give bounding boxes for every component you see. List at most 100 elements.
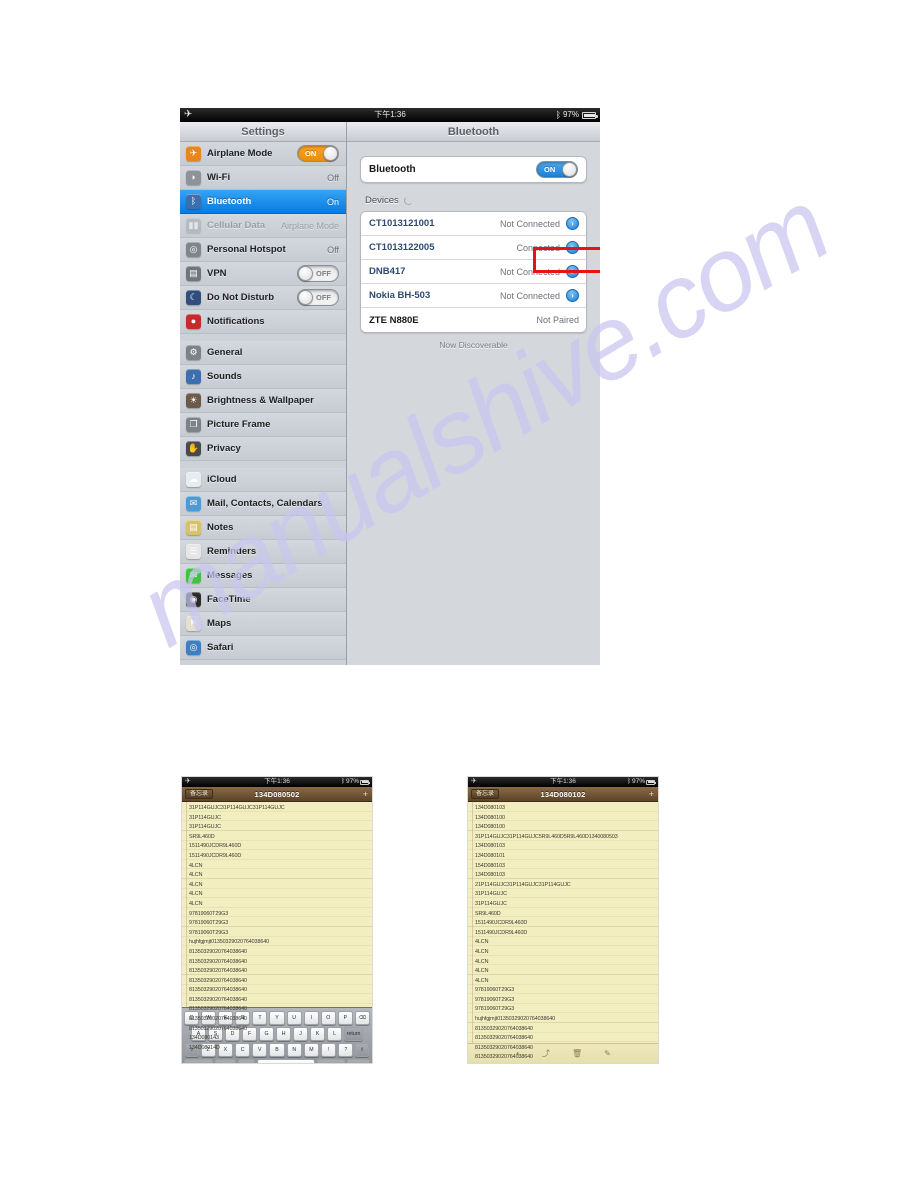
note-text-line: 1511490JCDR9L460D	[475, 920, 528, 927]
share-icon[interactable]: ⤴	[542, 1049, 550, 1058]
messages-icon: ✉	[186, 568, 201, 583]
key-sym[interactable]: ⌨	[346, 1059, 370, 1063]
sidebar-item-notifications[interactable]: ● Notifications	[180, 310, 346, 334]
sidebar-item-label: Airplane Mode	[207, 148, 273, 159]
key-space[interactable]	[256, 1059, 316, 1063]
toggle-knob	[323, 146, 338, 161]
add-note-button[interactable]: +	[649, 789, 654, 799]
bluetooth-device-row[interactable]: CT1013121001 Not Connected ›	[361, 212, 586, 236]
page-title: Settings	[180, 122, 346, 142]
note-text-line: 21P114GUJC31P114GUJC31P114GUJC	[475, 881, 571, 888]
bluetooth-toggle-state: ON	[544, 165, 556, 174]
note-text-line: 134D080100	[475, 824, 505, 831]
sidebar-item-label: Personal Hotspot	[207, 244, 286, 255]
sidebar-item-privacy[interactable]: ✋ Privacy	[180, 437, 346, 461]
back-arrow-icon[interactable]: ◖	[515, 1049, 520, 1058]
toggle-state-label: ON	[305, 149, 317, 158]
note-text-line: 1511490JCDR9L460D	[189, 852, 242, 859]
sidebar-item-general[interactable]: ⚙ General	[180, 341, 346, 365]
device-detail-chevron-icon[interactable]: ›	[566, 241, 579, 254]
detail-title: Bluetooth	[347, 122, 600, 142]
bluetooth-master-toggle[interactable]: ON	[536, 161, 578, 178]
note-text-line: 97819060T29G3	[475, 996, 515, 1003]
note-text-line: 97819060T29G3	[189, 920, 229, 927]
device-name: Nokia BH-503	[369, 290, 431, 301]
sidebar-item-vpn[interactable]: ▤ VPN OFF	[180, 262, 346, 286]
note-text-line: 81350329020764038640	[475, 1025, 533, 1032]
note-text-line: 4LCN	[475, 958, 489, 965]
note-text-line: SR9L460D	[475, 910, 501, 917]
device-status: Not Connected	[499, 218, 560, 229]
bluetooth-device-row[interactable]: ZTE N880E Not Paired	[361, 308, 586, 332]
key-sym[interactable]: /	[237, 1059, 255, 1063]
sidebar-item-safari[interactable]: ◎ Safari	[180, 636, 346, 660]
sidebar-item-bluetooth[interactable]: ᛒ Bluetooth On	[180, 190, 346, 214]
sidebar-item-maps[interactable]: ⚑ Maps	[180, 612, 346, 636]
bluetooth-device-row[interactable]: Nokia BH-503 Not Connected ›	[361, 284, 586, 308]
sidebar-item-label: Cellular Data	[207, 220, 266, 231]
add-note-button[interactable]: +	[363, 789, 368, 799]
note-right-body[interactable]: 134D080103 134D080100 134D080100 31P114GUJC…	[468, 802, 658, 1060]
notes-icon: ▤	[186, 520, 201, 535]
note-left-title: 134D080502	[254, 789, 300, 799]
bluetooth-master-row[interactable]: Bluetooth ON	[361, 157, 586, 182]
keyboard-row: .?123☺/ ?123⌨	[184, 1059, 370, 1063]
sidebar-item-label: Do Not Disturb	[207, 292, 275, 303]
key-sym[interactable]: ☺	[214, 1059, 236, 1063]
note-right-status-bar: ✈ 下午1:36 ᛒ 97%	[468, 777, 658, 787]
sidebar-item-value: On	[326, 196, 339, 207]
sidebar-item-sounds[interactable]: ♪ Sounds	[180, 365, 346, 389]
trash-icon[interactable]: 🗑	[572, 1049, 582, 1058]
key-123[interactable]: ?123	[317, 1059, 345, 1063]
note-text-line: 81350329020764038640	[475, 1044, 533, 1051]
note-text-line: 134D080143	[189, 1035, 219, 1042]
toggle-switch[interactable]: OFF	[297, 289, 339, 306]
sidebar-item-brightness-wallpaper[interactable]: ☀ Brightness & Wallpaper	[180, 389, 346, 413]
note-text-line: 81350329020764038640	[475, 1035, 533, 1042]
note-text-line: 81350329020764038640	[189, 987, 247, 994]
brightness-wallpaper-icon: ☀	[186, 393, 201, 408]
sidebar-item-notes[interactable]: ▤ Notes	[180, 516, 346, 540]
note-left-body[interactable]: 31P114GUJC31P114GUJC31P114GUJC 31P114GUJC…	[182, 802, 372, 1051]
note-text-line: 1511490JCDR9L460D	[189, 843, 242, 850]
sidebar-item-icloud[interactable]: ☁ iCloud	[180, 468, 346, 492]
bluetooth-device-row[interactable]: CT1013122005 Connected ›	[361, 236, 586, 260]
sidebar-item-personal-hotspot[interactable]: ◎ Personal Hotspot Off	[180, 238, 346, 262]
battery-icon	[582, 111, 598, 119]
sidebar-item-picture-frame[interactable]: ❐ Picture Frame	[180, 413, 346, 437]
bluetooth-device-row[interactable]: DNB417 Not Connected ›	[361, 260, 586, 284]
bluetooth-scroll: Bluetooth ON Devices CT1013121001 Not Con…	[347, 142, 600, 665]
sidebar-item-messages[interactable]: ✉ Messages	[180, 564, 346, 588]
sidebar-item-label: Notes	[207, 522, 234, 533]
battery-icon	[646, 779, 656, 785]
page-root: ✈ 下午1:36 ᛒ 97% Settings ✈ Airplane Mode ON…	[0, 0, 918, 1188]
note-text-line: 134D080100	[475, 814, 505, 821]
settings-group: ✈ Airplane Mode ON ◗ Wi-Fi Off ᛒ Bluetooth On ▮▮ C…	[180, 142, 346, 286]
device-detail-chevron-icon[interactable]: ›	[566, 217, 579, 230]
key-123[interactable]: .?123	[184, 1059, 213, 1063]
sidebar-item-facetime[interactable]: ◉ FaceTime	[180, 588, 346, 612]
note-text-line: 154D080103	[475, 862, 505, 869]
note-text-line: 97819060T29G3	[475, 987, 515, 994]
notifications-icon: ●	[186, 314, 201, 329]
sidebar-item-label: Notifications	[207, 316, 265, 327]
sidebar-item-do-not-disturb[interactable]: ☾ Do Not Disturb OFF	[180, 286, 346, 310]
toggle-switch[interactable]: ON	[297, 145, 339, 162]
sidebar-item-mail-contacts-calendars[interactable]: ✉ Mail, Contacts, Calendars	[180, 492, 346, 516]
sidebar-item-cellular-data[interactable]: ▮▮ Cellular Data Airplane Mode	[180, 214, 346, 238]
note-text-line: 1511490JCDR9L460D	[475, 929, 528, 936]
sidebar-item-wi-fi[interactable]: ◗ Wi-Fi Off	[180, 166, 346, 190]
compose-icon[interactable]: ✎	[604, 1049, 611, 1058]
maps-icon: ⚑	[186, 616, 201, 631]
sidebar-item-reminders[interactable]: ☰ Reminders	[180, 540, 346, 564]
device-detail-chevron-icon[interactable]: ›	[566, 289, 579, 302]
sidebar-item-airplane-mode[interactable]: ✈ Airplane Mode ON	[180, 142, 346, 166]
sidebar-item-label: iCloud	[207, 474, 237, 485]
settings-list[interactable]: ✈ Airplane Mode ON ◗ Wi-Fi Off ᛒ Bluetooth On ▮▮ C…	[180, 142, 346, 665]
toggle-switch[interactable]: OFF	[297, 265, 339, 282]
note-left-navbar: 备忘录 134D080502 +	[182, 787, 372, 802]
bluetooth-icon: ᛒ	[555, 110, 561, 120]
device-name: CT1013121001	[369, 218, 435, 229]
safari-icon: ◎	[186, 640, 201, 655]
device-detail-chevron-icon[interactable]: ›	[566, 265, 579, 278]
